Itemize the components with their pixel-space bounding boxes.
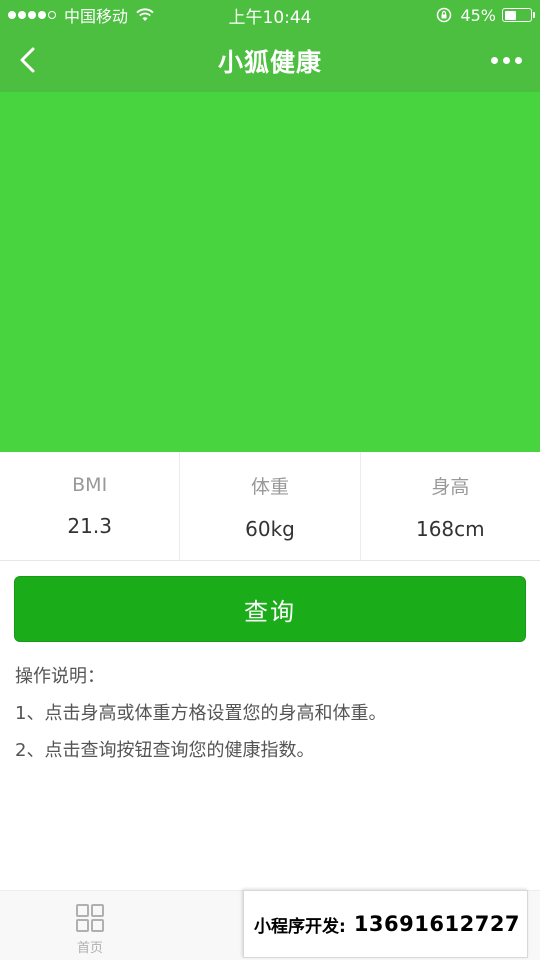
weight-value: 60kg [245,516,295,541]
more-button[interactable] [486,45,526,75]
height-cell[interactable]: 身高 168cm [361,452,540,560]
carrier-name: 中国移动 [64,7,129,26]
weight-cell[interactable]: 体重 60kg [180,452,361,560]
battery-icon [502,8,535,22]
watermark-phone: 13691612727 [353,912,521,936]
tab-home[interactable]: 首页 [0,891,180,960]
page-title: 小狐健康 [217,48,322,77]
status-time: 上午10:44 [228,7,312,28]
bmi-value: 21.3 [67,514,112,538]
wifi-icon [136,8,154,21]
query-button[interactable]: 查询 [14,576,526,642]
chevron-left-icon [20,47,35,73]
battery-fill [504,10,516,20]
nav-bar: 小狐健康 [0,30,540,92]
watermark-label: 小程序开发: [254,916,346,937]
grid-icon [76,904,104,932]
more-dot [514,56,522,64]
instructions: 操作说明： 1、点击身高或体重方格设置您的身高和体重。 2、点击查询按钮查询您的… [15,658,525,769]
status-left: 中国移动 [8,3,154,27]
more-dots-icon [490,56,498,64]
height-value: 168cm [415,516,485,541]
tab-home-label: 首页 [76,941,103,956]
bmi-label: BMI [72,474,108,496]
height-label: 身高 [431,475,470,498]
status-right: 45% [436,5,535,25]
battery-percent: 45% [460,5,496,25]
back-button[interactable] [10,42,46,78]
instructions-title: 操作说明： [15,666,105,687]
health-chart-area [0,92,540,452]
status-bar: 中国移动 上午10:44 45% [0,0,540,30]
weight-label: 体重 [250,475,289,498]
bmi-cell: BMI 21.3 [0,452,181,560]
developer-watermark: 小程序开发: 13691612727 [243,890,528,958]
instruction-line: 1、点击身高或体重方格设置您的身高和体重。 [15,703,387,724]
signal-strength-icon [8,11,58,19]
stats-row: BMI 21.3 体重 60kg 身高 168cm [0,452,540,561]
instruction-line: 2、点击查询按钮查询您的健康指数。 [15,740,315,761]
rotation-lock-icon [437,7,452,23]
more-dot [502,56,510,64]
